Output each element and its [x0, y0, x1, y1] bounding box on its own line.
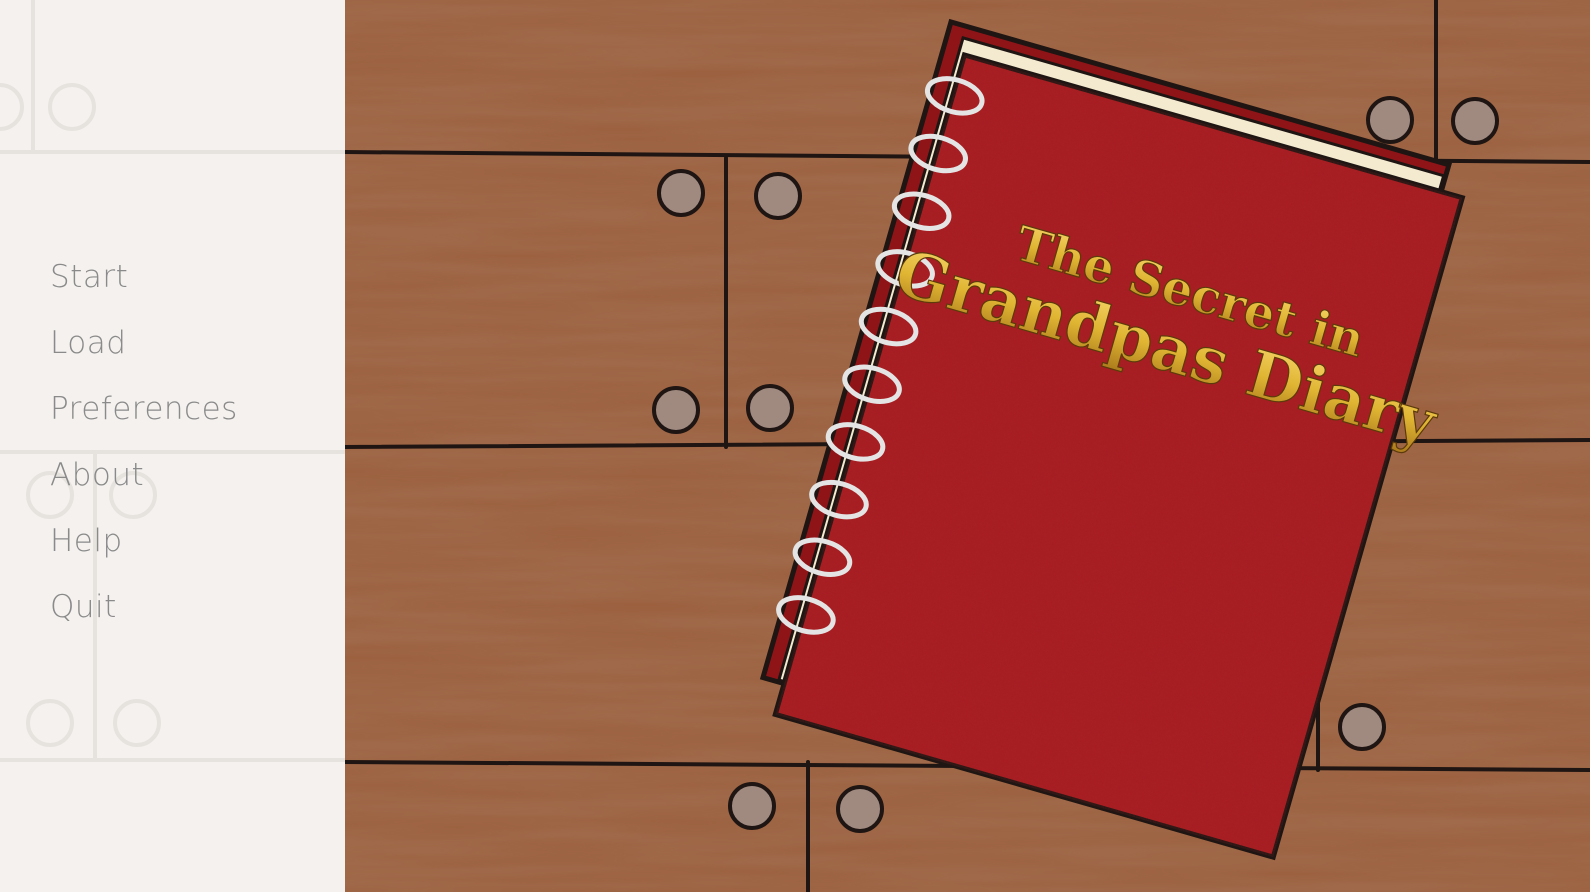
- menu-load-button[interactable]: Load: [50, 318, 238, 384]
- main-menu-screen: The Secret in Grandpas Diary Start Load …: [0, 0, 1590, 892]
- main-menu: Start Load Preferences About Help Quit: [50, 252, 238, 648]
- menu-preferences-button[interactable]: Preferences: [50, 384, 238, 450]
- menu-about-button[interactable]: About: [50, 450, 238, 516]
- menu-help-button[interactable]: Help: [50, 516, 238, 582]
- menu-start-button[interactable]: Start: [50, 252, 238, 318]
- menu-quit-button[interactable]: Quit: [50, 582, 238, 648]
